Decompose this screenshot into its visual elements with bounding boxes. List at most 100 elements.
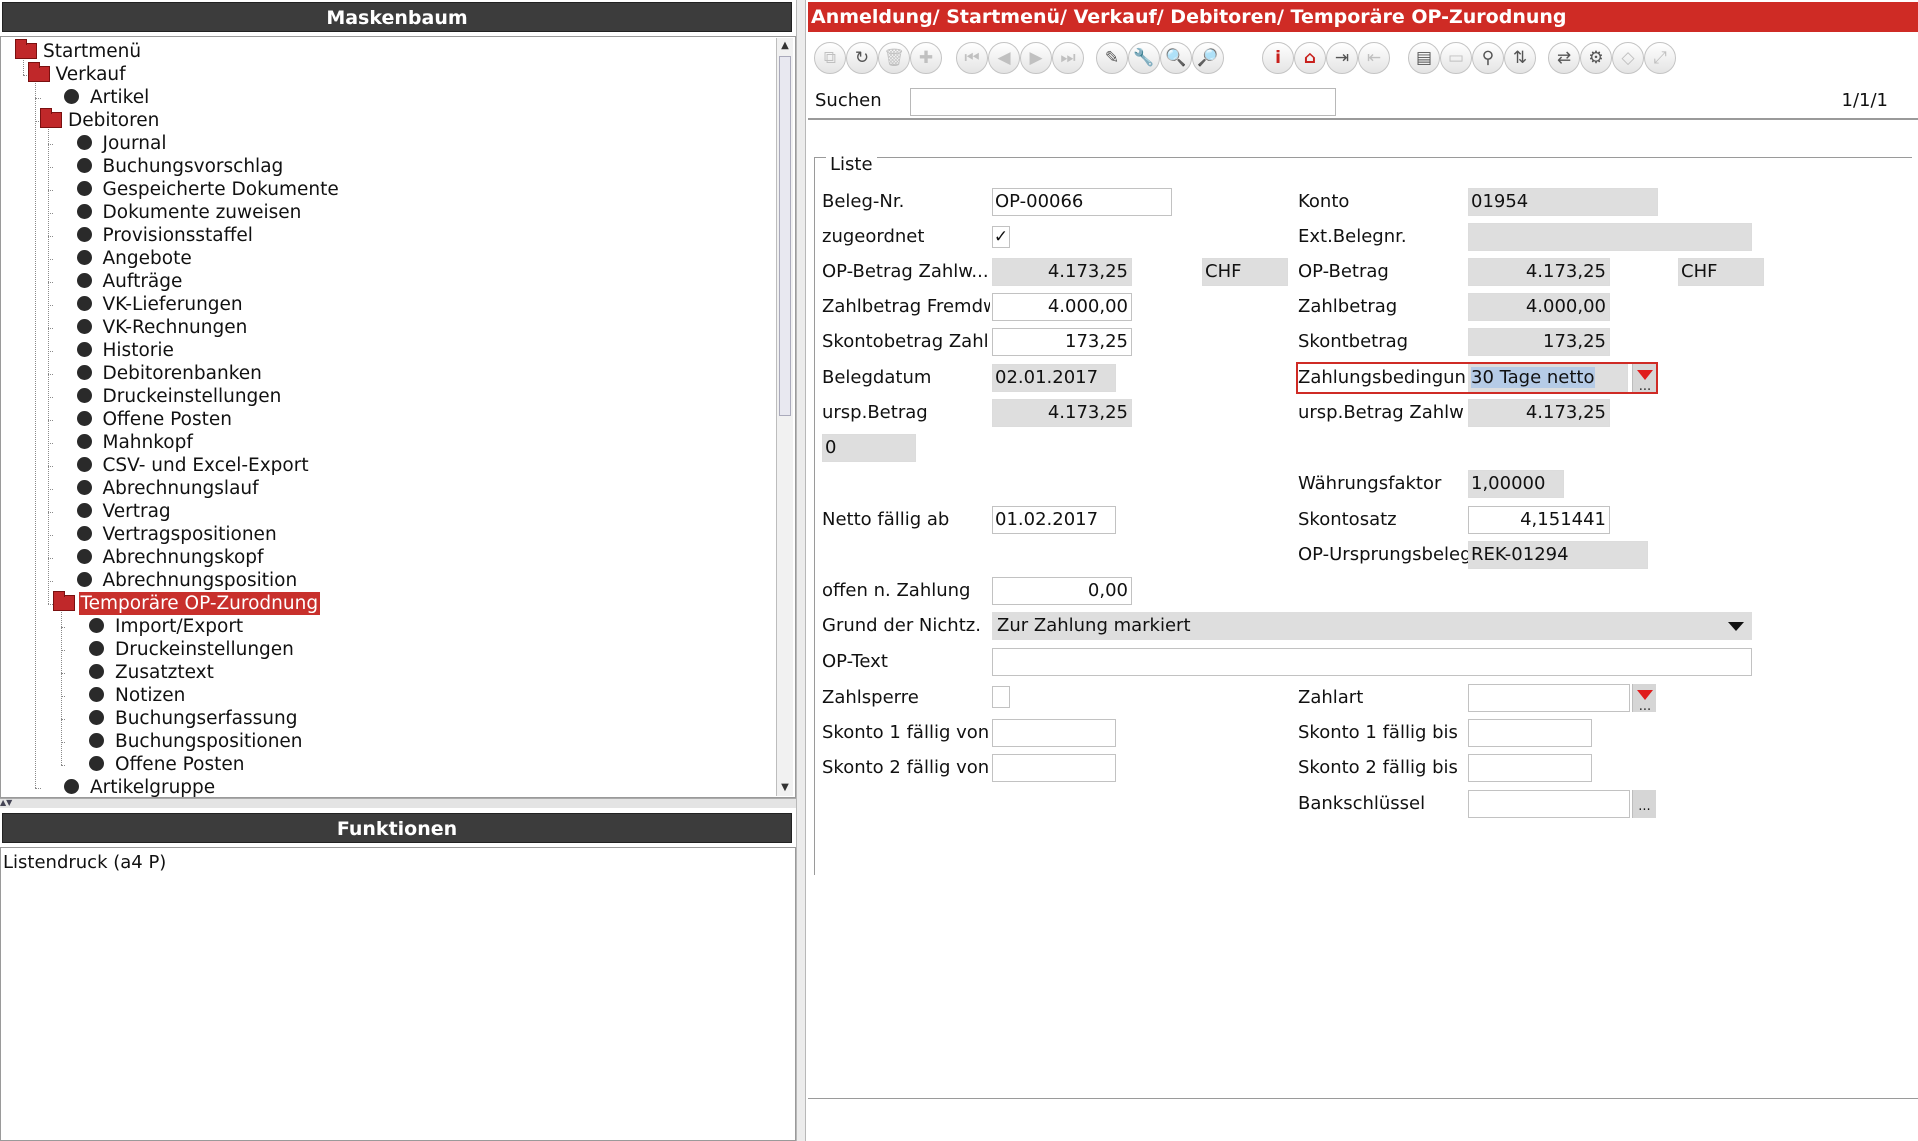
zugeordnet-checkbox[interactable]: ✓ <box>992 226 1010 248</box>
zahlsperre-checkbox[interactable] <box>992 686 1010 708</box>
tree-item[interactable]: Abrechnungskopf <box>76 546 266 569</box>
tree-item[interactable]: Dokumente zuweisen <box>76 201 304 224</box>
tree-item[interactable]: Mahnkopf <box>76 431 195 454</box>
netto-faellig-ab-field[interactable]: 01.02.2017 <box>992 506 1116 534</box>
op-ursprungsbeleg-label: OP-Ursprungsbeleg <box>1298 544 1468 565</box>
tree-item[interactable]: Debitoren <box>40 108 161 132</box>
find-next-icon[interactable]: 🔎 <box>1192 42 1224 74</box>
add-icon[interactable]: ✚ <box>910 42 942 74</box>
tree-item[interactable]: Offene Posten <box>89 753 247 776</box>
bankschluessel-lookup-button[interactable]: ... <box>1632 790 1656 818</box>
tree-connector-line <box>35 75 36 788</box>
import-icon[interactable]: ⇥ <box>1326 42 1358 74</box>
switch-icon[interactable]: ⇄ <box>1548 42 1580 74</box>
info-icon[interactable]: i <box>1262 42 1294 74</box>
edit-icon[interactable]: ✎ <box>1096 42 1128 74</box>
search-input[interactable] <box>910 88 1336 116</box>
home-icon[interactable]: ⌂ <box>1294 42 1326 74</box>
scrollbar-thumb[interactable] <box>779 56 791 416</box>
window-icon[interactable]: ▭ <box>1440 42 1472 74</box>
tree-item[interactable]: Provisionsstaffel <box>76 224 255 247</box>
find-replace-icon[interactable]: 🔍 <box>1160 42 1192 74</box>
zahlart-field[interactable] <box>1468 684 1630 712</box>
navigation-tree[interactable]: Startmenü Verkauf Artikel Debitoren Journal B… <box>0 36 796 798</box>
tree-item[interactable]: VK-Lieferungen <box>76 293 245 316</box>
export-icon[interactable]: ⇤ <box>1358 42 1390 74</box>
tree-item[interactable]: Buchungspositionen <box>89 730 305 753</box>
op-betrag-zahlw-label: OP-Betrag Zahlw... <box>822 261 989 282</box>
skontosatz-label: Skontosatz <box>1298 509 1397 530</box>
tree-item[interactable]: Buchungsvorschlag <box>76 155 286 178</box>
tree-item[interactable]: Temporäre OP-Zurodnung <box>52 591 321 615</box>
tools-icon[interactable]: 🔧 <box>1128 42 1160 74</box>
tree-item[interactable]: Druckeinstellungen <box>89 638 296 661</box>
sort-icon[interactable]: ⇅ <box>1504 42 1536 74</box>
tree-item[interactable]: Druckeinstellungen <box>76 385 284 408</box>
op-text-field[interactable] <box>992 648 1752 676</box>
skonto2-faellig-bis-field[interactable] <box>1468 754 1592 782</box>
bankschluessel-field[interactable] <box>1468 790 1630 818</box>
search-icon[interactable]: ⚲ <box>1472 42 1504 74</box>
tree-item[interactable]: Debitorenbanken <box>76 362 264 385</box>
settings-icon[interactable]: ⚙ <box>1580 42 1612 74</box>
tree-item[interactable]: Gespeicherte Dokumente <box>76 178 341 201</box>
scroll-up-icon[interactable]: ▲ <box>779 39 791 53</box>
grund-der-nichtz-select[interactable]: Zur Zahlung markiert <box>992 612 1752 640</box>
tree-item[interactable]: Zusatztext <box>89 661 216 684</box>
zahlart-dropdown-button[interactable]: ... <box>1632 684 1656 714</box>
previous-record-icon[interactable]: ◀ <box>988 42 1020 74</box>
zahlbetrag-fremdw-field[interactable]: 4.000,00 <box>992 293 1132 321</box>
bullet-icon <box>76 204 92 219</box>
skonto1-faellig-bis-field[interactable] <box>1468 719 1592 747</box>
tree-item[interactable]: Abrechnungsposition <box>76 569 300 592</box>
zahlungsbedingung-field[interactable]: 30 Tage netto <box>1468 364 1628 392</box>
left-panel: Maskenbaum Startmenü Verkauf Artikel Debito… <box>0 0 796 1141</box>
document-icon[interactable]: ▤ <box>1408 42 1440 74</box>
tree-item[interactable]: Notizen <box>89 684 187 707</box>
first-record-icon[interactable]: ⏮ <box>956 42 988 74</box>
tree-item[interactable]: Artikelgruppe <box>64 776 217 797</box>
tree-item[interactable]: CSV- und Excel-Export <box>76 454 311 477</box>
tree-item[interactable]: Vertrag <box>76 500 173 523</box>
tree-item[interactable]: Import/Export <box>89 615 245 638</box>
last-record-icon[interactable]: ⏭ <box>1052 42 1084 74</box>
refresh-icon[interactable]: ↻ <box>846 42 878 74</box>
tree-item[interactable]: Angebote <box>76 247 194 270</box>
tree-item[interactable]: VK-Rechnungen <box>76 316 250 339</box>
copy-icon[interactable]: ⧉ <box>814 42 846 74</box>
offen-n-zahlung-field[interactable]: 0,00 <box>992 577 1132 605</box>
ursp-betrag-label: ursp.Betrag <box>822 402 928 423</box>
scroll-down-icon[interactable]: ▼ <box>779 781 791 795</box>
tree-item[interactable]: Verkauf <box>27 62 128 86</box>
tree-item[interactable]: Startmenü <box>15 39 143 63</box>
skonto1-faellig-von-field[interactable] <box>992 719 1116 747</box>
tree-item[interactable]: Offene Posten <box>76 408 235 431</box>
next-record-icon[interactable]: ▶ <box>1020 42 1052 74</box>
tree-item[interactable]: Vertragspositionen <box>76 523 279 546</box>
zahlbetrag-label: Zahlbetrag <box>1298 296 1398 317</box>
skontosatz-field[interactable]: 4,151441 <box>1468 506 1610 534</box>
tree-item[interactable]: Artikel <box>64 86 151 109</box>
tree-connector-line <box>61 673 65 674</box>
tree-item[interactable]: Journal <box>76 132 169 155</box>
tree-item-label: Aufträge <box>102 271 183 292</box>
skonto2-faellig-von-field[interactable] <box>992 754 1116 782</box>
function-item[interactable]: Listendruck (a4 P) <box>1 848 795 877</box>
tree-item[interactable]: Buchungserfassung <box>89 707 299 730</box>
tree-item-label: Notizen <box>115 685 186 706</box>
skontobetrag-zahl-field[interactable]: 173,25 <box>992 328 1132 356</box>
tree-scrollbar[interactable]: ▲ ▼ <box>776 38 793 796</box>
op-betrag-field: 4.173,25 <box>1468 258 1610 286</box>
panel-splitter[interactable]: ▲▼ <box>0 798 796 808</box>
beleg-nr-field[interactable]: OP-00066 <box>992 188 1172 216</box>
vertical-splitter[interactable] <box>796 0 806 1141</box>
expand-icon[interactable]: ⤢ <box>1644 42 1676 74</box>
tree-connector-line <box>61 765 65 766</box>
tree-item[interactable]: Historie <box>76 339 176 362</box>
tag-icon[interactable]: ◇ <box>1612 42 1644 74</box>
trash-icon[interactable]: 🗑 <box>878 42 910 74</box>
zahlungsbedingung-dropdown-button[interactable]: ... <box>1632 364 1656 394</box>
tree-item[interactable]: Aufträge <box>76 270 185 293</box>
bullet-icon <box>76 434 92 449</box>
tree-item[interactable]: Abrechnungslauf <box>76 477 261 500</box>
